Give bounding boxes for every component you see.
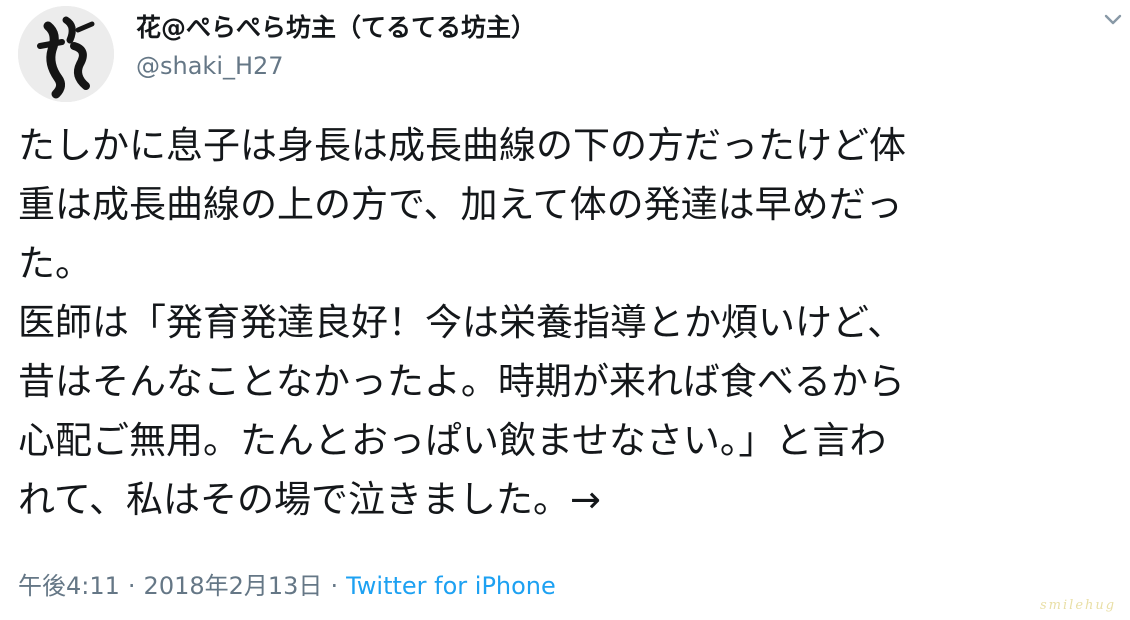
tweet-line: 重は成長曲線の上の方で、加えて体の発達は早めだっ xyxy=(18,183,903,226)
tweet-line: 昔はそんなことなかったよ。時期が来れば食べるから xyxy=(18,360,905,403)
tweet-line: 医師は「発育発達良好！今は栄養指導とか煩いけど、 xyxy=(18,301,905,344)
meta-separator: · xyxy=(330,572,339,600)
tweet-meta: 午後4:11 · 2018年2月13日 · Twitter for iPhone xyxy=(18,566,556,601)
tweet-date[interactable]: 2018年2月13日 xyxy=(144,572,323,600)
tweet-line: た。 xyxy=(18,242,92,285)
tweet-time[interactable]: 午後4:11 xyxy=(18,572,120,600)
tweet-source-link[interactable]: Twitter for iPhone xyxy=(346,572,556,600)
tweet-line: 心配ご無用。たんとおっぱい飲ませなさい。」と言わ xyxy=(18,419,887,462)
tweet-line: たしかに息子は身長は成長曲線の下の方だったけど体 xyxy=(18,124,906,167)
calligraphy-avatar-image xyxy=(18,6,114,102)
tweet-text: たしかに息子は身長は成長曲線の下の方だったけど体 重は成長曲線の上の方で、加えて… xyxy=(18,116,1118,529)
meta-separator: · xyxy=(127,572,136,600)
tweet-line: れて、私はその場で泣きました。→ xyxy=(18,478,602,521)
user-handle[interactable]: @shaki_H27 xyxy=(136,52,284,80)
watermark: smilehug xyxy=(1040,598,1117,613)
avatar[interactable] xyxy=(18,6,114,102)
display-name[interactable]: 花@ぺらぺら坊主（てるてる坊主） xyxy=(136,8,536,44)
chevron-down-icon[interactable] xyxy=(1104,14,1122,26)
